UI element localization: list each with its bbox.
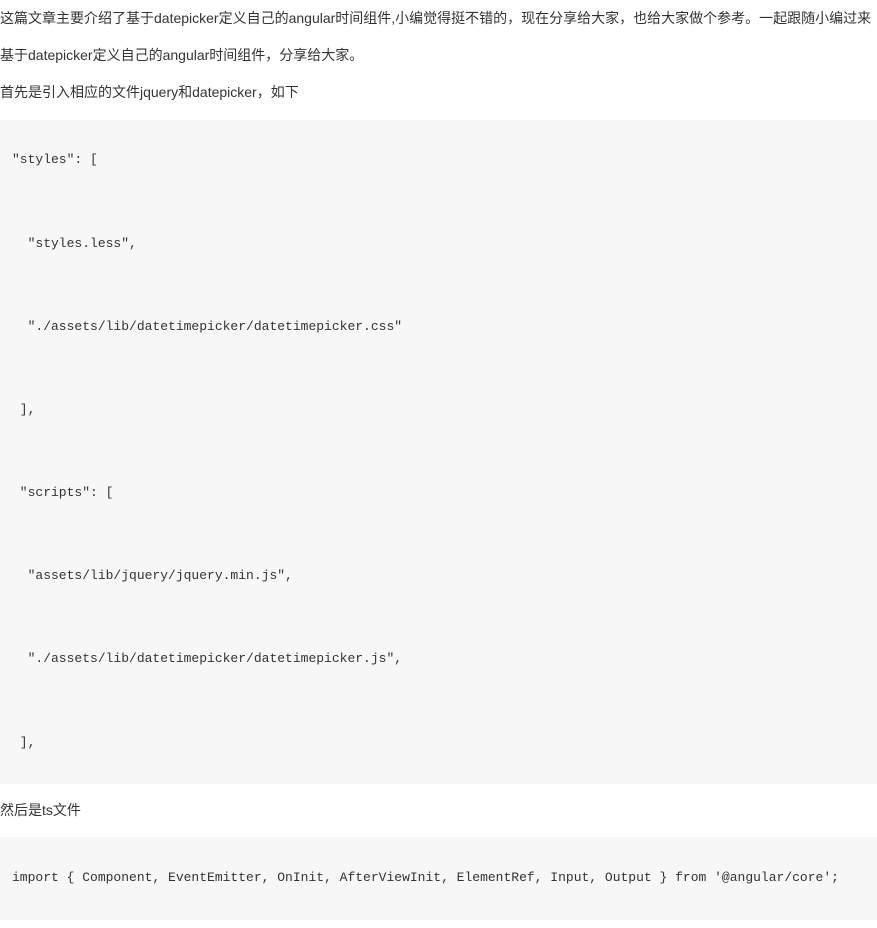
code-line: "scripts": [ xyxy=(12,483,865,504)
code-line: ], xyxy=(12,400,865,421)
code-line: "assets/lib/jquery/jquery.min.js", xyxy=(12,566,865,587)
code-line: "styles": [ xyxy=(12,150,865,171)
code-line: "styles.less", xyxy=(12,234,865,255)
code-block-config: "styles": [ "styles.less", "./assets/lib… xyxy=(0,120,877,785)
code-line: import { Component, EventEmitter, OnInit… xyxy=(12,868,865,889)
code-line xyxy=(12,525,865,546)
intro-paragraph-3: 首先是引入相应的文件jquery和datepicker，如下 xyxy=(0,74,877,111)
code-line xyxy=(12,691,865,712)
code-line xyxy=(12,442,865,463)
code-line: ], xyxy=(12,733,865,754)
code-line xyxy=(12,608,865,629)
code-line xyxy=(12,358,865,379)
ts-file-paragraph: 然后是ts文件 xyxy=(0,792,877,829)
code-line: "./assets/lib/datetimepicker/datetimepic… xyxy=(12,317,865,338)
code-line xyxy=(12,275,865,296)
code-line xyxy=(12,192,865,213)
code-block-ts: import { Component, EventEmitter, OnInit… xyxy=(0,837,877,919)
code-line: "./assets/lib/datetimepicker/datetimepic… xyxy=(12,649,865,670)
intro-paragraph-1: 这篇文章主要介绍了基于datepicker定义自己的angular时间组件,小编… xyxy=(0,0,877,37)
intro-paragraph-2: 基于datepicker定义自己的angular时间组件，分享给大家。 xyxy=(0,37,877,74)
